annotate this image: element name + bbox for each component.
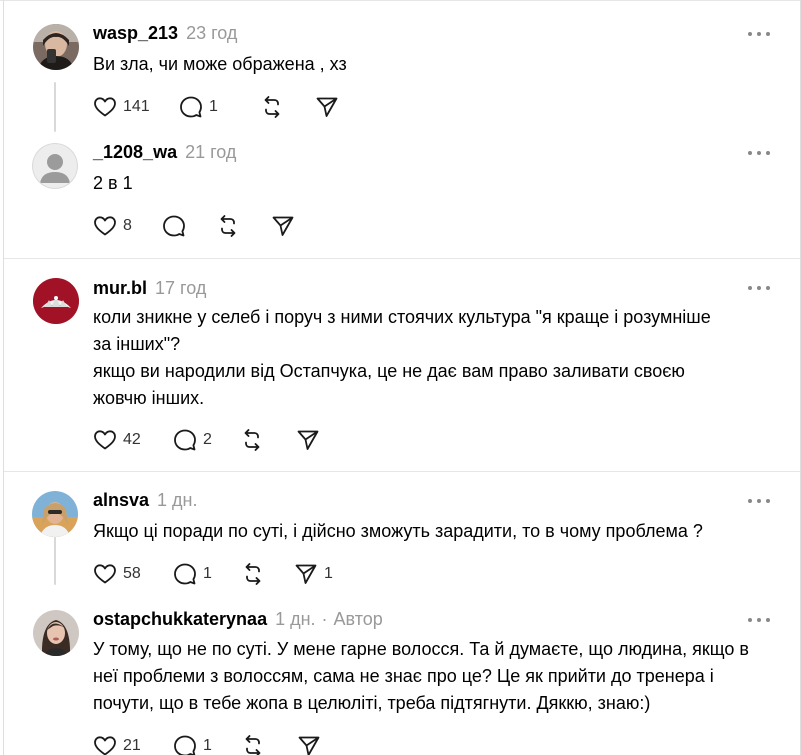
timestamp[interactable]: 1 дн. (275, 609, 315, 630)
repost-arrows-icon (240, 428, 264, 452)
avatar[interactable] (32, 491, 78, 537)
action-bar: 42 2 (93, 428, 326, 452)
repost-arrows-icon (241, 734, 265, 755)
timestamp[interactable]: 1 дн. (157, 490, 197, 511)
like-count: 141 (123, 98, 150, 115)
action-bar: 8 (93, 214, 301, 238)
send-icon (271, 214, 295, 238)
heart-icon (93, 95, 117, 119)
share-button[interactable] (315, 95, 345, 119)
repost-button[interactable] (241, 734, 297, 755)
comment-meta: wasp_213 23 год (93, 23, 237, 45)
like-button[interactable]: 58 (93, 562, 173, 586)
avatar-image (33, 24, 79, 70)
comment-bubble-icon (173, 562, 197, 586)
more-dots-icon[interactable] (748, 283, 770, 293)
username[interactable]: mur.bl (93, 278, 147, 299)
heart-icon (93, 428, 117, 452)
reply-count: 2 (203, 431, 212, 448)
heart-icon (93, 734, 117, 755)
avatar-image (33, 278, 79, 324)
avatar[interactable] (33, 24, 79, 70)
repost-button[interactable] (241, 562, 294, 586)
send-icon (297, 734, 321, 755)
avatar-image (32, 491, 78, 537)
timestamp[interactable]: 23 год (186, 23, 237, 44)
like-count: 8 (123, 217, 132, 234)
like-button[interactable]: 8 (93, 214, 162, 238)
avatar-image (33, 610, 79, 656)
comment-meta: mur.bl 17 год (93, 278, 206, 300)
share-count: 1 (324, 565, 333, 582)
more-dots-icon[interactable] (748, 496, 770, 506)
action-bar: 58 1 1 (93, 562, 333, 586)
reply-count: 1 (203, 565, 212, 582)
share-button[interactable] (296, 428, 326, 452)
more-dots-icon[interactable] (748, 29, 770, 39)
action-bar: 141 1 (93, 95, 345, 119)
share-button[interactable]: 1 (294, 562, 333, 586)
comment-bubble-icon (173, 428, 197, 452)
comment-text: коли зникне у селеб і поруч з ними стояч… (93, 307, 711, 408)
username[interactable]: ostapchukkaterynaa (93, 609, 267, 630)
repost-arrows-icon (241, 562, 265, 586)
timestamp[interactable]: 21 год (185, 142, 236, 163)
comment-meta: ostapchukkaterynaa 1 дн. · Автор (93, 609, 383, 631)
comment-bubble-icon (179, 95, 203, 119)
repost-button[interactable] (260, 95, 315, 119)
comment-bubble-icon (162, 214, 186, 238)
like-button[interactable]: 141 (93, 95, 179, 119)
meta-separator: · (321, 609, 328, 629)
send-icon (296, 428, 320, 452)
more-dots-icon[interactable] (748, 148, 770, 158)
timestamp[interactable]: 17 год (155, 278, 206, 299)
top-edge (0, 0, 801, 4)
section-divider (4, 471, 800, 472)
reply-button[interactable] (162, 214, 216, 238)
reply-button[interactable]: 2 (173, 428, 240, 452)
action-bar: 21 1 (93, 734, 327, 755)
share-button[interactable] (297, 734, 327, 755)
reply-count: 1 (203, 737, 212, 754)
username[interactable]: alnsva (93, 490, 149, 511)
avatar[interactable] (32, 143, 78, 189)
left-edge (3, 0, 4, 755)
heart-icon (93, 214, 117, 238)
repost-button[interactable] (240, 428, 296, 452)
comment-meta: alnsva 1 дн. (93, 490, 198, 512)
repost-button[interactable] (216, 214, 271, 238)
thread-line (54, 82, 56, 132)
reply-button[interactable]: 1 (173, 562, 241, 586)
username[interactable]: wasp_213 (93, 23, 178, 44)
like-count: 42 (123, 431, 141, 448)
repost-arrows-icon (216, 214, 240, 238)
avatar[interactable] (33, 610, 79, 656)
like-count: 58 (123, 565, 141, 582)
comment-text: Ви зла, чи може ображена , хз (93, 54, 347, 74)
comment-text: 2 в 1 (93, 173, 133, 193)
repost-arrows-icon (260, 95, 284, 119)
comment-text: Якщо ці поради по суті, і дійсно зможуть… (93, 521, 703, 541)
comment-meta: _1208_wa 21 год (93, 142, 236, 164)
author-badge: Автор (333, 609, 383, 629)
comment-bubble-icon (173, 734, 197, 755)
reply-button[interactable]: 1 (179, 95, 260, 119)
like-count: 21 (123, 737, 141, 754)
heart-icon (93, 562, 117, 586)
more-dots-icon[interactable] (748, 615, 770, 625)
avatar[interactable] (33, 278, 79, 324)
section-divider (4, 258, 800, 259)
comment-text: У тому, що не по суті. У мене гарне воло… (93, 639, 749, 713)
like-button[interactable]: 21 (93, 734, 173, 755)
send-icon (294, 562, 318, 586)
username[interactable]: _1208_wa (93, 142, 177, 163)
send-icon (315, 95, 339, 119)
share-button[interactable] (271, 214, 301, 238)
reply-button[interactable]: 1 (173, 734, 241, 755)
reply-count: 1 (209, 98, 218, 115)
default-avatar-icon (32, 143, 78, 189)
like-button[interactable]: 42 (93, 428, 173, 452)
